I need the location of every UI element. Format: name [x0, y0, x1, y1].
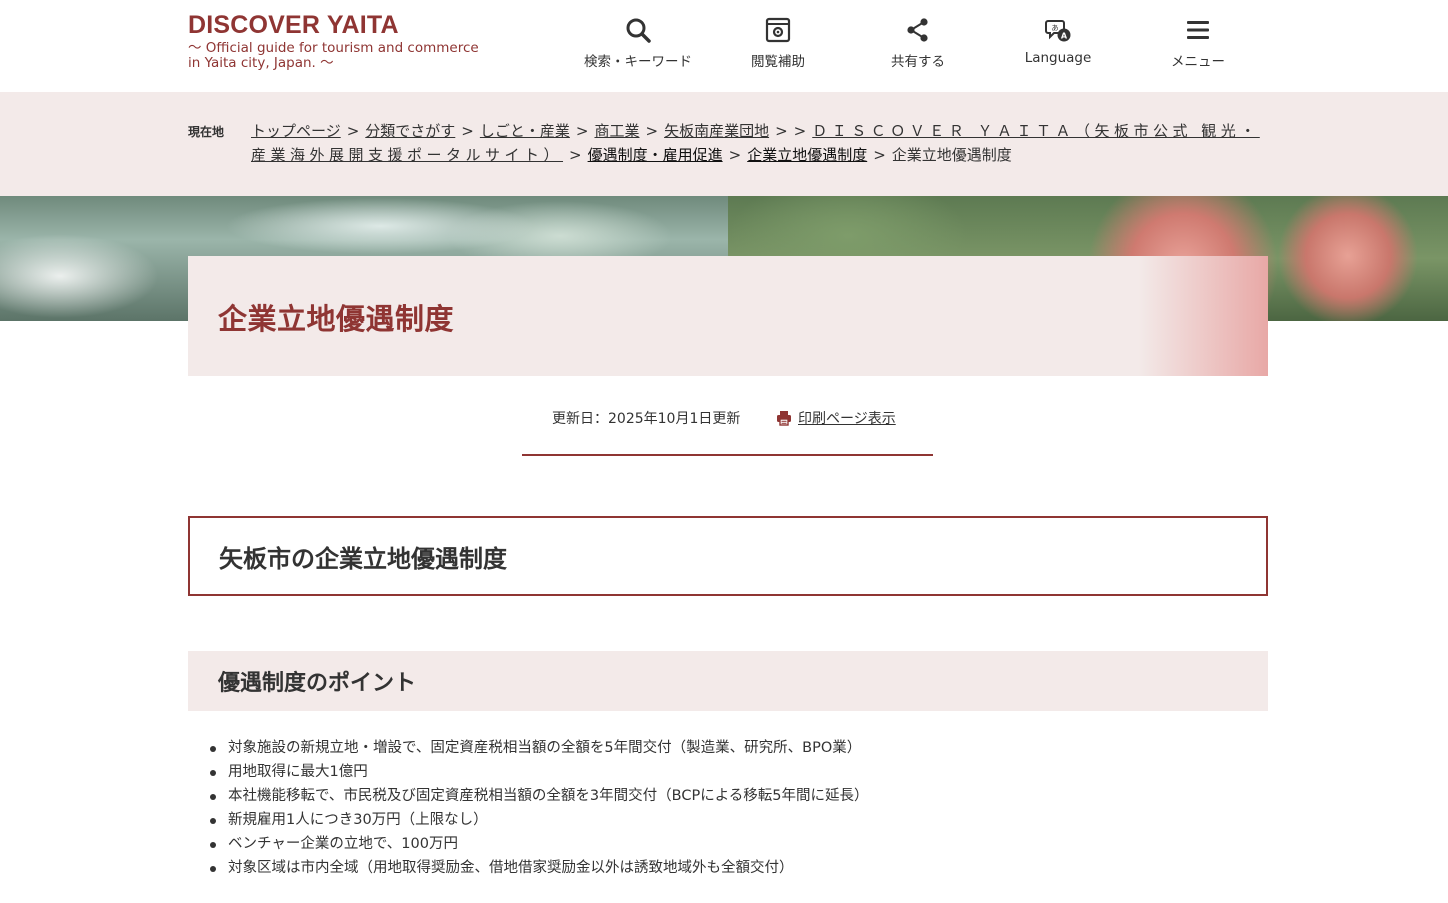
breadcrumb-separator: > — [346, 122, 360, 140]
print-page-link[interactable]: 印刷ページ表示 — [798, 408, 896, 428]
breadcrumb: 現在地 トップページ > 分類でさがす > しごと・産業 > 商工業 > 矢板南産業団地 > > ＤＩ… — [0, 92, 1448, 196]
section-heading: 矢板市の企業立地優遇制度 — [219, 545, 507, 573]
menu-label: メニュー — [1171, 54, 1225, 70]
breadcrumb-link-work-industry[interactable]: しごと・産業 — [480, 122, 570, 140]
breadcrumb-separator: > — [775, 122, 788, 140]
subsection-heading-box: 優遇制度のポイント — [188, 651, 1268, 711]
search-button[interactable]: 検索・キーワード — [568, 14, 708, 70]
page-meta: 更新日：2025年10月1日更新 印刷ページ表示 — [522, 396, 933, 456]
svg-text:A: A — [1061, 32, 1068, 41]
language-button[interactable]: Aあ Language — [988, 14, 1128, 66]
breadcrumb-separator: > — [645, 122, 659, 140]
breadcrumb-separator: > — [575, 122, 589, 140]
breadcrumb-separator: > — [569, 146, 582, 164]
breadcrumb-link-location-incentives[interactable]: 企業立地優遇制度 — [747, 146, 867, 164]
list-item: 対象施設の新規立地・増設で、固定資産税相当額の全額を5年間交付（製造業、研究所、… — [208, 736, 1268, 760]
share-icon — [848, 14, 988, 46]
subsection-heading: 優遇制度のポイント — [218, 671, 417, 696]
list-item: 本社機能移転で、市民税及び固定資産税相当額の全額を3年間交付（BCPによる移転5… — [208, 784, 1268, 808]
breadcrumb-separator: > — [728, 146, 742, 164]
list-item: 新規雇用1人につき30万円（上限なし） — [208, 808, 1268, 832]
site-header: DISCOVER YAITA ～ Official guide for tour… — [0, 0, 1448, 92]
updated-date: 更新日：2025年10月1日更新 — [552, 411, 741, 427]
site-title[interactable]: DISCOVER YAITA — [188, 12, 508, 38]
site-subtitle: ～ Official guide for tourism and commerc… — [188, 40, 479, 71]
breadcrumb-link-incentives[interactable]: 優遇制度・雇用促進 — [588, 146, 723, 164]
menu-button[interactable]: メニュー — [1128, 14, 1268, 70]
breadcrumb-label: 現在地 — [188, 125, 225, 139]
accessibility-icon — [708, 14, 848, 46]
breadcrumb-list: トップページ > 分類でさがす > しごと・産業 > 商工業 > 矢板南産業団地 > > ＤＩＳＣＯＶ… — [251, 119, 1271, 167]
header-nav: 検索・キーワード 閲覧補助 共有する Aあ Language メニュー — [568, 14, 1268, 74]
share-label: 共有する — [891, 54, 945, 70]
printer-icon[interactable] — [776, 410, 792, 426]
menu-icon — [1128, 14, 1268, 46]
search-icon — [568, 14, 708, 46]
page-title-box: 企業立地優遇制度 — [188, 256, 1268, 376]
language-icon: Aあ — [988, 14, 1128, 46]
site-logo[interactable]: DISCOVER YAITA ～ Official guide for tour… — [188, 12, 508, 71]
list-item: ベンチャー企業の立地で、100万円 — [208, 832, 1268, 856]
accessibility-button[interactable]: 閲覧補助 — [708, 14, 848, 70]
incentive-points-list: 対象施設の新規立地・増設で、固定資産税相当額の全額を5年間交付（製造業、研究所、… — [208, 736, 1268, 880]
breadcrumb-link-category[interactable]: 分類でさがす — [365, 122, 455, 140]
accessibility-label: 閲覧補助 — [751, 54, 805, 70]
svg-text:あ: あ — [1052, 24, 1059, 32]
language-label: Language — [1024, 50, 1092, 66]
search-label: 検索・キーワード — [584, 54, 692, 70]
breadcrumb-separator: > — [461, 122, 474, 140]
breadcrumb-separator: > — [793, 122, 807, 140]
section-heading-box: 矢板市の企業立地優遇制度 — [188, 516, 1268, 596]
breadcrumb-link-top[interactable]: トップページ — [251, 122, 341, 140]
breadcrumb-link-industrial-park[interactable]: 矢板南産業団地 — [664, 122, 769, 140]
breadcrumb-separator: > — [873, 146, 886, 164]
list-item: 対象区域は市内全域（用地取得奨励金、借地借家奨励金以外は誘致地域外も全額交付） — [208, 856, 1268, 880]
breadcrumb-link-commerce[interactable]: 商工業 — [594, 122, 639, 140]
list-item: 用地取得に最大1億円 — [208, 760, 1268, 784]
share-button[interactable]: 共有する — [848, 14, 988, 70]
breadcrumb-current: 企業立地優遇制度 — [891, 146, 1012, 164]
page-title: 企業立地優遇制度 — [218, 302, 455, 336]
